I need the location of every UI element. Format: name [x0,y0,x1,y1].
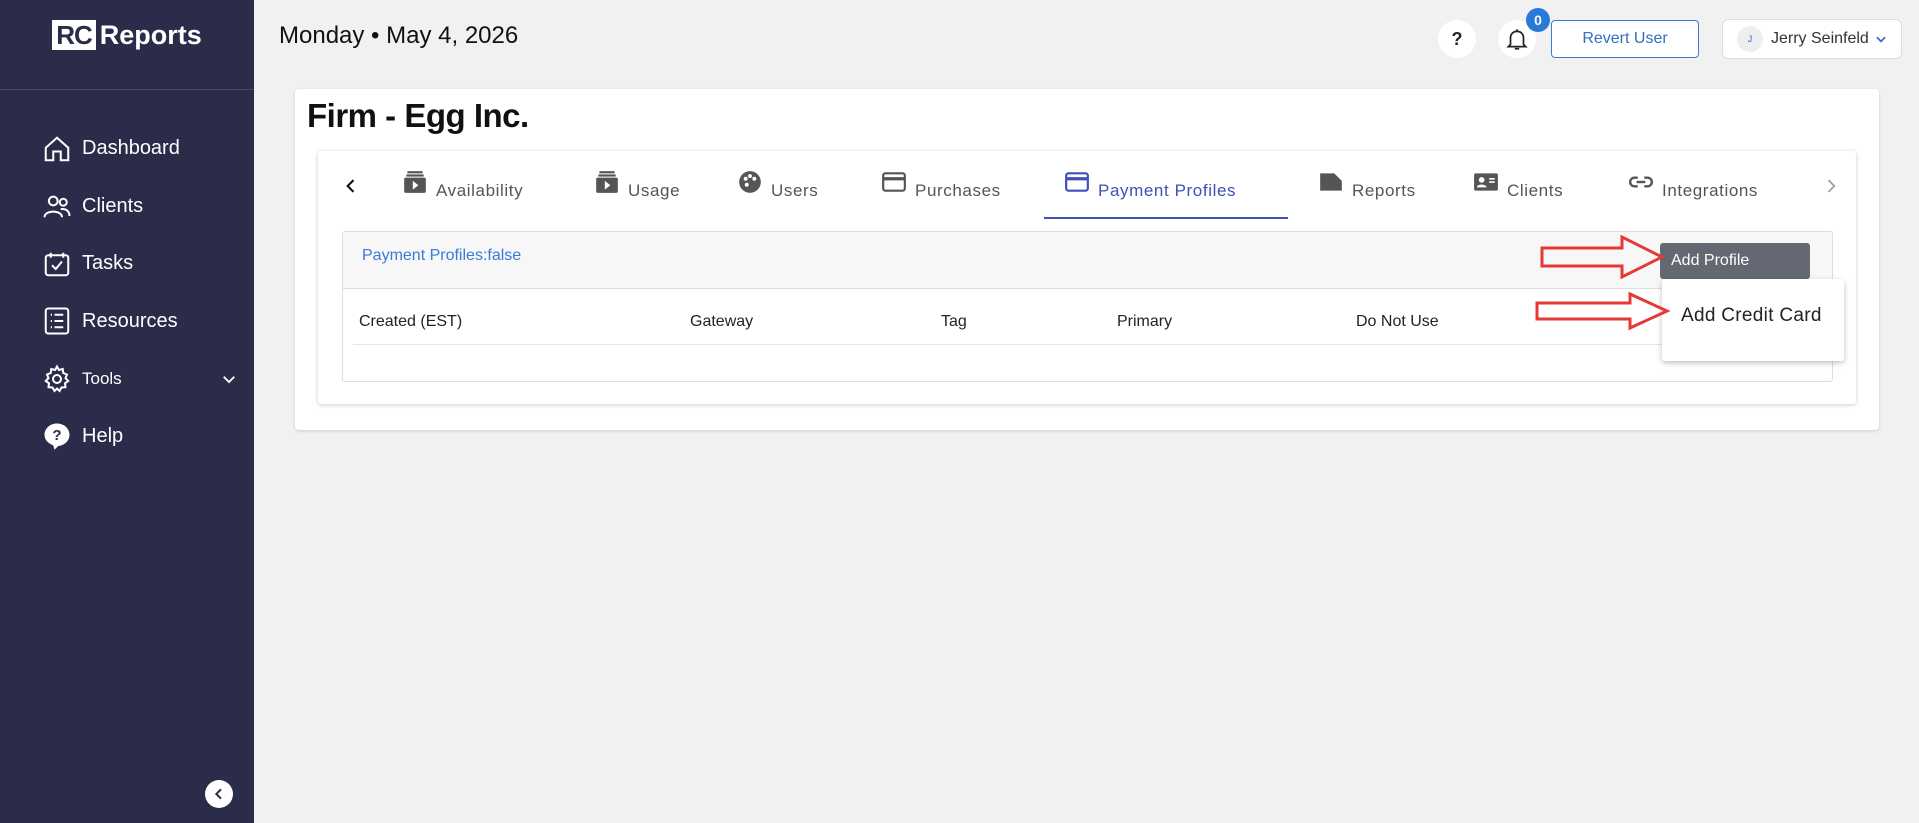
tab-payment-profiles[interactable]: Payment Profiles [1064,171,1236,221]
sidebar-item-label: Tools [82,368,122,388]
tab-label: Usage [628,181,681,200]
tab-scroll-left-button[interactable] [338,173,364,199]
chevron-left-icon [346,179,355,193]
chevron-left-icon [214,788,222,800]
sidebar-item-label: Dashboard [82,137,180,160]
tab-label: Clients [1507,181,1564,200]
sidebar-item-label: Clients [82,194,144,217]
add-profile-button[interactable]: Add Profile [1660,243,1810,279]
sidebar-item-tasks[interactable]: Tasks [0,235,254,293]
help-button[interactable]: ? [1438,20,1476,58]
chevron-down-icon [1876,36,1886,43]
sidebar-item-help[interactable]: ? Help [0,408,254,466]
palette-icon [739,171,761,193]
logo-mark: RC [52,20,96,50]
logo-text: Reports [99,20,202,50]
tab-label: Integrations [1662,181,1759,200]
list-icon [44,307,70,335]
collapse-sidebar-button[interactable] [205,780,233,808]
column-header-gateway[interactable]: Gateway [690,313,753,331]
sidebar-item-clients[interactable]: Clients [0,178,254,236]
active-tab-indicator [1044,217,1288,219]
user-menu-button[interactable]: J Jerry Seinfeld [1722,19,1902,59]
tab-availability[interactable]: Availability [402,171,523,221]
sidebar-item-label: Resources [82,309,178,332]
column-header-primary[interactable]: Primary [1117,313,1172,331]
tab-clients[interactable]: Clients [1473,171,1563,221]
menu-item-add-credit-card[interactable]: Add Credit Card [1681,305,1822,327]
credit-card-icon [882,172,906,192]
tab-scroll-right-button[interactable] [1818,173,1844,199]
sidebar-item-label: Tasks [82,252,134,275]
notification-count-badge: 0 [1526,8,1550,32]
tab-users[interactable]: Users [737,171,818,221]
tab-label: Availability [436,181,524,200]
column-header-tag[interactable]: Tag [941,313,967,331]
tab-label: Reports [1352,181,1416,200]
revert-user-button[interactable]: Revert User [1551,20,1699,58]
link-icon [1628,176,1654,188]
tab-usage[interactable]: Usage [594,171,680,221]
tab-purchases[interactable]: Purchases [881,171,1001,221]
gear-icon [44,364,70,393]
avatar: J [1737,26,1763,52]
chevron-right-icon [1827,179,1836,193]
tab-label: Purchases [915,181,1001,200]
stack-play-icon [404,171,426,193]
svg-text:?: ? [52,427,61,444]
logo[interactable]: RC Reports [0,0,254,90]
tab-bar: Availability Usage Users Purchases Payme… [318,151,1856,219]
annotation-arrow-add-profile [1540,234,1665,280]
panel-title: Payment Profiles:false [362,247,522,264]
label-icon [1320,173,1342,191]
contact-card-icon [1474,173,1498,191]
tab-integrations[interactable]: Integrations [1628,171,1758,221]
credit-card-icon [1065,172,1089,192]
sidebar-item-label: Help [82,424,124,447]
add-profile-menu: Add Credit Card [1662,279,1844,361]
help-bubble-icon: ? [44,423,70,450]
calendar-check-icon [44,252,70,276]
current-date: Monday • May 4, 2026 [279,22,519,49]
sidebar-item-dashboard[interactable]: Dashboard [0,120,254,178]
annotation-arrow-add-credit-card [1535,291,1671,331]
tab-label: Users [771,181,819,200]
sidebar-nav: Dashboard Clients Tasks Resources Tools … [0,90,254,465]
users-icon [43,195,71,218]
chevron-down-icon [223,375,235,384]
user-name: Jerry Seinfeld [1771,30,1869,47]
home-icon [44,136,70,161]
tab-reports[interactable]: Reports [1318,171,1416,221]
sidebar-item-resources[interactable]: Resources [0,293,254,351]
column-header-do-not-use[interactable]: Do Not Use [1356,313,1439,331]
tab-label: Payment Profiles [1098,181,1237,200]
page-title: Firm - Egg Inc. [307,97,529,134]
column-header-created[interactable]: Created (EST) [359,313,462,331]
sidebar: RC Reports Dashboard Clients Tasks Resou… [0,0,254,823]
bell-icon [1506,29,1528,50]
sidebar-item-tools[interactable]: Tools [0,350,254,408]
stack-play-icon [596,171,618,193]
